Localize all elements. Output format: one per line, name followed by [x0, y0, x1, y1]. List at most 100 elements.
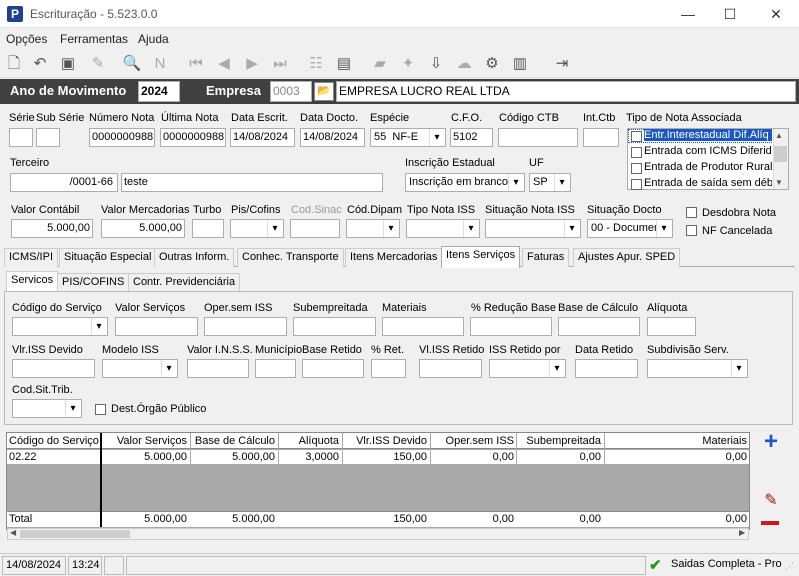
ano-input[interactable]: 2024 [138, 81, 180, 102]
tab-ajustes-sped[interactable]: Ajustes Apur. SPED [573, 248, 681, 267]
vlr-iss-devido-input[interactable] [12, 359, 95, 378]
codigo-servico-select[interactable] [12, 317, 108, 336]
tipo-nota-checkbox[interactable] [631, 131, 642, 142]
subtab-pis-cofins[interactable]: PIS/COFINS [57, 273, 130, 291]
cib-icon[interactable]: ⚙ [482, 54, 502, 74]
subtab-contr-prev[interactable]: Contr. Previdenciária [128, 273, 241, 291]
grid-header-cell[interactable]: Valor Serviços [104, 435, 187, 447]
tab-itens-mercadorias[interactable]: Itens Mercadorias [345, 248, 443, 267]
grid-header-cell[interactable]: Código do Serviço [9, 435, 99, 447]
dest-orgao-checkbox[interactable] [95, 404, 106, 415]
cod-dipam-select[interactable] [346, 219, 400, 238]
valor-contabil-input[interactable]: 5.000,00 [11, 219, 93, 238]
grid-header-cell[interactable]: Materiais [606, 435, 747, 447]
minimize-icon[interactable]: — [676, 4, 700, 24]
grid-header-cell[interactable]: Base de Cálculo [192, 435, 275, 447]
tab-conhec-transporte[interactable]: Conhec. Transporte [237, 248, 344, 267]
scroll-thumb[interactable] [774, 146, 787, 162]
empresa-code-input[interactable]: 0003 [270, 81, 312, 102]
iss-retido-por-select[interactable] [489, 359, 566, 378]
tab-faturas[interactable]: Faturas [522, 248, 570, 267]
folder-icon[interactable]: ▰ [370, 54, 390, 74]
numero-nota-input[interactable]: 0000000988 [89, 128, 155, 147]
cfo-input[interactable]: 5102 [450, 128, 493, 147]
data-docto-input[interactable]: 14/08/2024 [300, 128, 365, 147]
terceiro-cnpj-input[interactable]: /0001-66 [10, 173, 118, 192]
int-ctb-input[interactable] [583, 128, 619, 147]
oper-sem-iss-input[interactable] [204, 317, 287, 336]
menu-ferramentas[interactable]: Ferramentas [60, 32, 128, 46]
exit-icon[interactable]: ⇥ [552, 54, 572, 74]
grid-header-cell[interactable]: Alíquota [280, 435, 339, 447]
scroll-up-icon[interactable]: ▲ [775, 131, 783, 140]
puzzle-icon[interactable]: ✦ [398, 54, 418, 74]
subserie-input[interactable] [36, 128, 60, 147]
desdobra-checkbox[interactable] [686, 207, 697, 218]
last-icon[interactable]: ⏭ [270, 54, 290, 74]
perc-ret-input[interactable] [371, 359, 406, 378]
vl-iss-retido-input[interactable] [419, 359, 482, 378]
edit-icon[interactable]: ✎ [759, 492, 783, 510]
valor-servicos-input[interactable] [115, 317, 198, 336]
aliquota-input[interactable] [647, 317, 696, 336]
scroll-right-icon[interactable]: ▶ [739, 528, 745, 537]
subempreitada-input[interactable] [293, 317, 376, 336]
pis-select[interactable] [230, 219, 284, 238]
remove-icon[interactable] [761, 521, 779, 525]
cloud-icon[interactable]: ☁ [454, 54, 474, 74]
scroll-left-icon[interactable]: ◀ [10, 528, 16, 537]
base-retido-input[interactable] [302, 359, 364, 378]
sit-docto-select[interactable]: 00 - Documen [587, 219, 673, 238]
download-icon[interactable]: ⇩ [426, 54, 446, 74]
tipo-nota-item[interactable]: Entr.Interestadual Dif.Alíq [644, 129, 772, 141]
serie-input[interactable] [9, 128, 33, 147]
save-icon[interactable]: ▣ [58, 54, 78, 74]
cod-sit-trib-select[interactable] [12, 399, 82, 418]
especie-select[interactable]: 55 NF-E [370, 128, 446, 147]
tipo-nota-checkbox[interactable] [631, 179, 642, 190]
preview-icon[interactable]: 🔍 [122, 54, 142, 74]
folder-search-icon[interactable]: 📂 [314, 82, 334, 101]
cod-sinac-input[interactable] [290, 219, 340, 238]
tab-itens-servicos[interactable]: Itens Serviços [441, 246, 521, 268]
data-escrit-input[interactable]: 14/08/2024 [230, 128, 295, 147]
tipo-nota-checkbox[interactable] [631, 163, 642, 174]
tipo-iss-select[interactable] [406, 219, 480, 238]
codigo-ctb-input[interactable] [498, 128, 578, 147]
grid-header-cell[interactable]: Subempreitada [518, 435, 601, 447]
valor-merc-input[interactable]: 5.000,00 [101, 219, 185, 238]
report-icon[interactable]: ▥ [510, 54, 530, 74]
tipo-nota-item[interactable]: Entrada de saída sem débi [644, 177, 772, 189]
materiais-input[interactable] [382, 317, 464, 336]
first-icon[interactable]: ⏮ [186, 54, 206, 74]
valor-inss-input[interactable] [187, 359, 249, 378]
tipo-nota-item[interactable]: Entrada com ICMS Diferido [644, 145, 772, 157]
tree-icon[interactable]: ☷ [306, 54, 326, 74]
menu-ajuda[interactable]: Ajuda [138, 32, 169, 46]
grid-header-cell[interactable]: Vlr.ISS Devido [344, 435, 427, 447]
add-icon[interactable]: + [759, 430, 783, 454]
subdivisao-select[interactable] [647, 359, 748, 378]
menu-opcoes[interactable]: Opções [6, 32, 47, 46]
turbo-input[interactable] [192, 219, 224, 238]
tipo-nota-checkbox[interactable] [631, 147, 642, 158]
hscroll-thumb[interactable] [20, 530, 130, 538]
next-icon[interactable]: ▶ [242, 54, 262, 74]
uf-select[interactable]: SP [529, 173, 571, 192]
undo-icon[interactable]: ↶ [30, 54, 50, 74]
nfe-icon[interactable]: N [150, 54, 170, 74]
scroll-down-icon[interactable]: ▼ [775, 178, 783, 187]
municipio-input[interactable] [255, 359, 296, 378]
grid-header-cell[interactable]: Oper.sem ISS [432, 435, 514, 447]
ultima-nota-input[interactable]: 0000000988 [160, 128, 226, 147]
base-calculo-input[interactable] [558, 317, 640, 336]
close-icon[interactable]: ✕ [764, 4, 788, 24]
tab-outras-inform[interactable]: Outras Inform. [154, 248, 235, 267]
subtab-servicos[interactable]: Servicos [6, 271, 59, 292]
new-icon[interactable]: 🗋 [4, 54, 24, 74]
perc-reducao-input[interactable] [470, 317, 552, 336]
modelo-iss-select[interactable] [102, 359, 178, 378]
tools-icon[interactable]: ✎ [88, 54, 108, 74]
tab-situacao-especial[interactable]: Situação Especial [59, 248, 157, 267]
prev-icon[interactable]: ◀ [214, 54, 234, 74]
